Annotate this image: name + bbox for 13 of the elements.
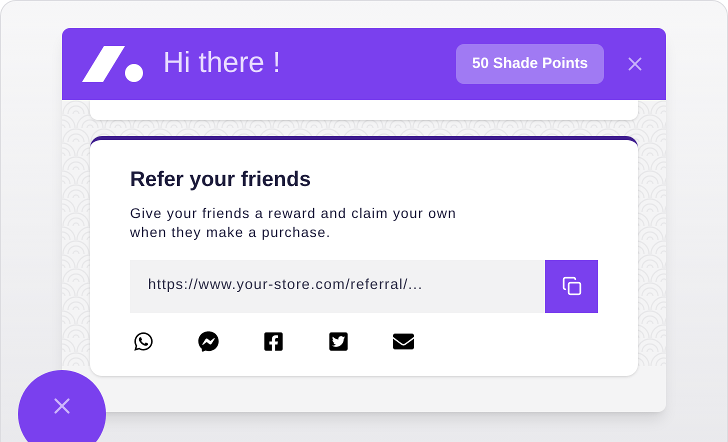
card-title: Refer your friends	[130, 167, 312, 193]
whatsapp-icon[interactable]	[133, 330, 154, 352]
referral-link-field[interactable]: https://www.your-store.com/referral/...	[130, 260, 545, 312]
twitter-icon[interactable]	[328, 330, 349, 352]
card-description: Give your friends a reward and claim your own when they make a purchase.	[130, 204, 458, 242]
points-badge: 50 Shade Points	[456, 44, 604, 84]
copy-icon	[562, 276, 582, 296]
envelope-icon[interactable]	[393, 330, 414, 352]
messenger-icon[interactable]	[198, 330, 219, 352]
logo-icon	[82, 46, 144, 82]
facebook-icon[interactable]	[263, 330, 284, 352]
copy-button[interactable]	[545, 260, 598, 312]
greeting-title: Hi there !	[163, 46, 281, 82]
